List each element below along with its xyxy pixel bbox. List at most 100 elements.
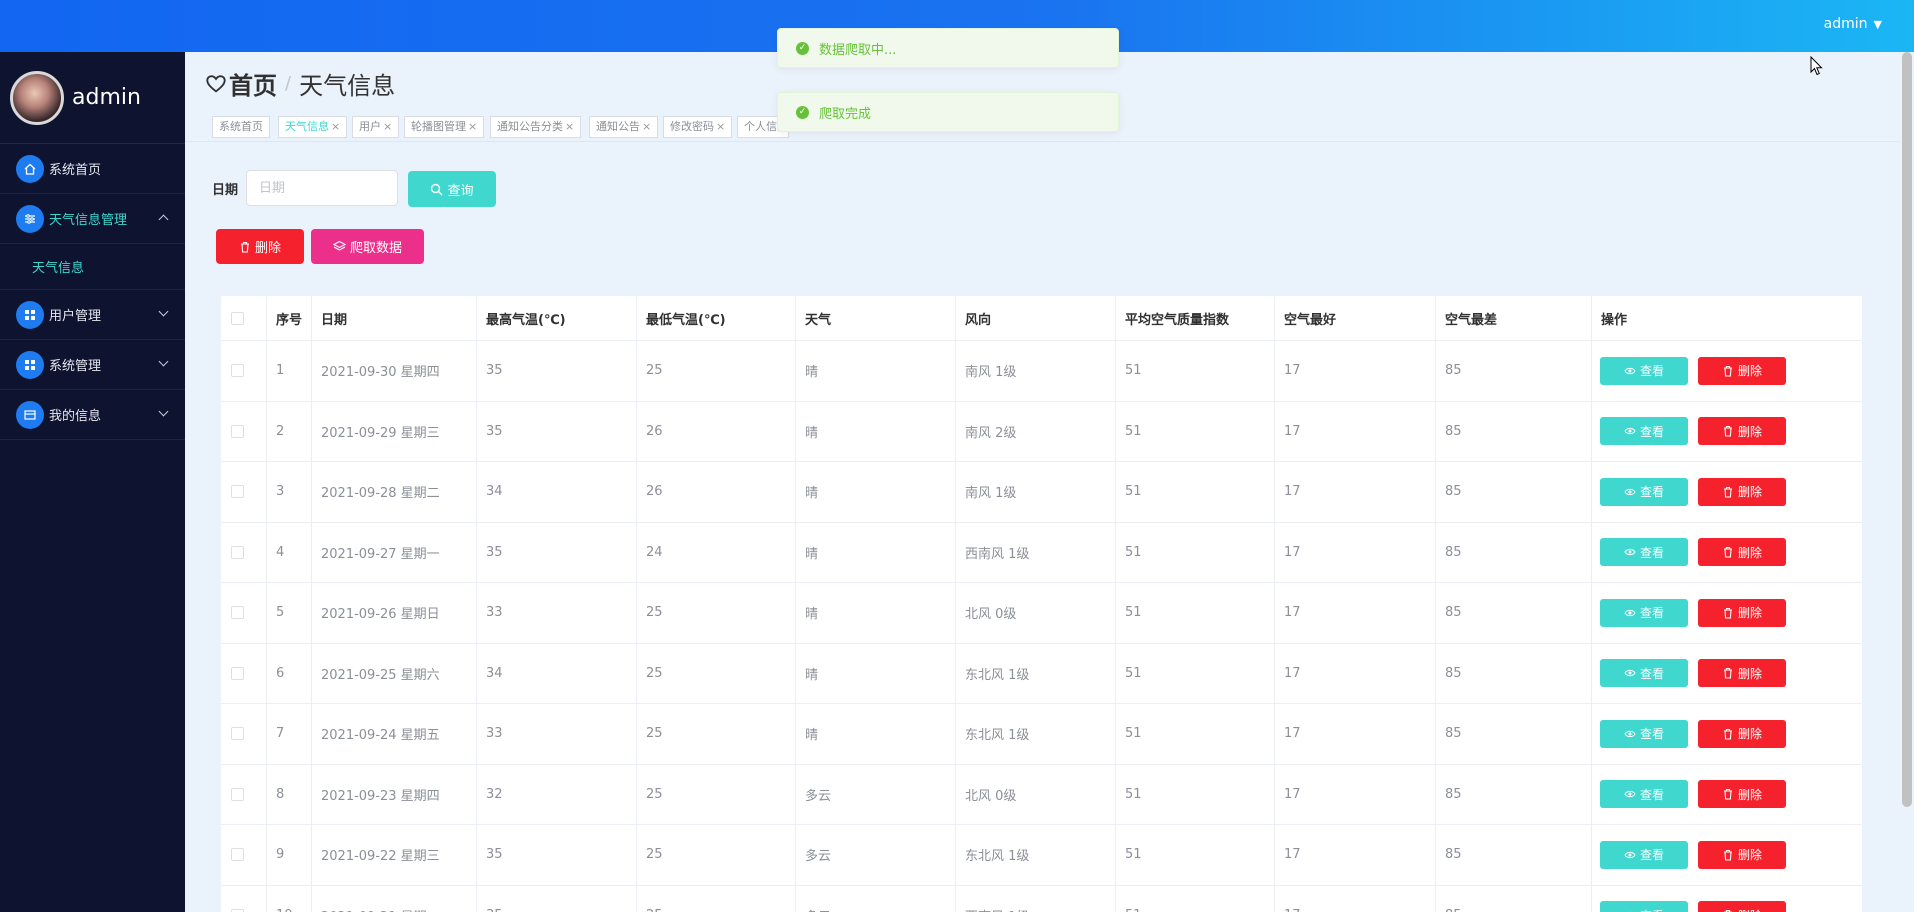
tag-weather-info[interactable]: 天气信息 × <box>278 116 348 138</box>
delete-button[interactable]: 删除 <box>1698 780 1786 809</box>
view-button[interactable]: 查看 <box>1600 598 1688 627</box>
view-button[interactable]: 查看 <box>1600 901 1688 912</box>
eye-icon <box>1624 549 1636 556</box>
delete-button[interactable]: 删除 <box>1698 417 1786 446</box>
row-checkbox[interactable] <box>231 727 244 741</box>
close-icon[interactable]: × <box>716 120 725 133</box>
cell-value: 2021-09-28 星期二 <box>321 486 440 502</box>
cell-value: 2021-09-22 星期三 <box>321 849 440 865</box>
trash-icon <box>1723 607 1732 619</box>
cell-aqi-worst: 85 <box>1436 764 1592 824</box>
table-body: 1 2021-09-30 星期四 35 25 晴南风 1级 51 17 85 查看 删除 2 2021… <box>221 341 1862 912</box>
delete-button[interactable]: 删除 <box>1698 538 1786 567</box>
row-select-cell <box>221 764 267 824</box>
cell-value: 35 <box>486 847 503 863</box>
cell-max-temp: 35 <box>477 825 637 885</box>
tag-notice-category[interactable]: 通知公告分类 × <box>490 116 582 138</box>
row-checkbox[interactable] <box>231 364 244 378</box>
delete-button-label: 删除 <box>1737 545 1762 560</box>
view-button[interactable]: 查看 <box>1600 356 1688 385</box>
cell-max-temp: 32 <box>477 764 637 824</box>
cell-value: 3 <box>276 484 285 500</box>
mouse-cursor-icon <box>1810 56 1823 76</box>
close-icon[interactable]: × <box>331 120 340 133</box>
delete-button[interactable]: 删除 <box>1698 901 1786 912</box>
table-header-row: 序号 日期 最高气温(℃) 最低气温(℃) 天气 风向 平均空气质量指数 空气最… <box>221 296 1862 341</box>
cell-index: 10 <box>267 885 312 912</box>
sidebar-item-user-management[interactable]: 用户管理 <box>0 290 185 340</box>
chevron-up-icon <box>158 214 169 225</box>
date-search-input[interactable] <box>246 170 398 206</box>
cell-value: 2021-09-21 星期二 <box>321 906 440 912</box>
close-icon[interactable]: × <box>565 120 574 133</box>
sidebar-subitem-weather-info[interactable]: 天气信息 <box>0 244 185 290</box>
cell-value: 25 <box>646 908 663 912</box>
cell-aqi-worst: 85 <box>1436 462 1592 522</box>
cell-date: 2021-09-23 星期四 <box>312 764 477 824</box>
row-checkbox[interactable] <box>231 787 244 801</box>
header-actions: 操作 <box>1601 312 1628 328</box>
row-checkbox[interactable] <box>231 848 244 862</box>
view-button[interactable]: 查看 <box>1600 659 1688 688</box>
delete-button[interactable]: 删除 <box>1698 477 1786 506</box>
delete-button[interactable]: 删除 <box>1698 598 1786 627</box>
view-button[interactable]: 查看 <box>1600 840 1688 869</box>
view-button[interactable]: 查看 <box>1600 538 1688 567</box>
trash-icon <box>1723 668 1732 679</box>
delete-button-label: 删除 <box>1738 907 1762 912</box>
row-checkbox[interactable] <box>231 606 244 620</box>
select-all-checkbox[interactable] <box>231 311 244 325</box>
tag-home[interactable]: 系统首页 <box>212 116 270 138</box>
view-button[interactable]: 查看 <box>1600 477 1688 506</box>
row-checkbox[interactable] <box>231 545 244 559</box>
cell-wind: 东北风 1级 <box>956 643 1116 703</box>
query-button[interactable]: 查询 <box>408 171 496 207</box>
cell-date: 2021-09-24 星期五 <box>312 704 477 764</box>
row-checkbox[interactable] <box>231 666 244 680</box>
row-checkbox[interactable] <box>231 424 244 438</box>
breadcrumb: 首页 / 天气信息 <box>205 66 395 101</box>
trash-icon <box>1723 547 1732 558</box>
view-button[interactable]: 查看 <box>1600 417 1688 446</box>
cell-aqi-best: 17 <box>1275 764 1436 824</box>
cell-index: 2 <box>267 401 312 461</box>
tag-change-password[interactable]: 修改密码 × <box>663 116 733 138</box>
tag-carousel[interactable]: 轮播图管理 × <box>404 116 485 138</box>
cell-weather: 晴 <box>796 704 956 764</box>
close-icon[interactable]: × <box>642 120 651 133</box>
cell-date: 2021-09-30 星期四 <box>312 341 477 401</box>
delete-button[interactable]: 删除 <box>1698 840 1786 869</box>
row-checkbox[interactable] <box>231 485 244 499</box>
sidebar-item-home[interactable]: 系统首页 <box>0 144 185 194</box>
tag-notice[interactable]: 通知公告 × <box>589 116 659 138</box>
breadcrumb-home[interactable]: 首页 <box>229 66 277 101</box>
delete-button[interactable]: 删除 <box>1698 659 1786 688</box>
cell-value: 北风 0级 <box>965 788 1017 804</box>
cell-value: 85 <box>1445 665 1462 681</box>
header-cell: 操作 <box>1592 296 1862 340</box>
cell-actions: 查看 删除 <box>1592 765 1862 825</box>
crawl-data-button[interactable]: 爬取数据 <box>311 229 424 264</box>
user-menu[interactable]: admin ▼ <box>1824 16 1882 32</box>
close-icon[interactable]: × <box>383 120 392 133</box>
view-button[interactable]: 查看 <box>1600 780 1688 809</box>
batch-delete-button[interactable]: 删除 <box>216 229 304 264</box>
page-scrollbar[interactable] <box>1902 52 1912 807</box>
delete-button[interactable]: 删除 <box>1698 356 1786 385</box>
sidebar-item-my-info[interactable]: 我的信息 <box>0 390 185 440</box>
toast-message: 爬取完成 <box>819 106 872 122</box>
cell-index: 4 <box>267 522 312 582</box>
tag-user[interactable]: 用户 × <box>352 116 400 138</box>
view-button[interactable]: 查看 <box>1600 719 1688 748</box>
cell-value: 51 <box>1125 484 1142 500</box>
sidebar-item-weather-management[interactable]: 天气信息管理 <box>0 194 185 244</box>
close-icon[interactable]: × <box>468 120 477 133</box>
delete-button[interactable]: 删除 <box>1698 719 1786 748</box>
cell-value: 51 <box>1125 544 1142 560</box>
sidebar-item-system-management[interactable]: 系统管理 <box>0 340 185 390</box>
cell-date: 2021-09-27 星期一 <box>312 522 477 582</box>
cell-aqi-worst: 85 <box>1436 704 1592 764</box>
card-icon <box>16 400 44 429</box>
cell-value: 85 <box>1445 908 1462 912</box>
cell-wind: 南风 2级 <box>956 401 1116 461</box>
